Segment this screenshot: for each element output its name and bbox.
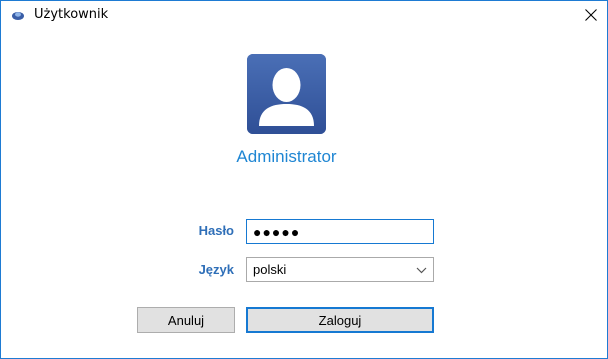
- user-name: Administrator: [236, 147, 337, 166]
- title-bar[interactable]: Użytkownik: [1, 1, 607, 29]
- language-label: Język: [198, 262, 234, 277]
- password-input[interactable]: ●●●●●: [246, 219, 434, 244]
- close-icon: [585, 9, 597, 21]
- chevron-down-icon: [416, 267, 427, 274]
- close-button[interactable]: [575, 1, 607, 29]
- language-select[interactable]: polski: [246, 257, 434, 282]
- login-dialog: Użytkownik Administrator Hasło ●●●●● Jęz…: [0, 0, 608, 359]
- password-label: Hasło: [198, 223, 234, 238]
- user-app-icon: [12, 12, 24, 20]
- window-title: Użytkownik: [34, 7, 109, 22]
- language-value: polski: [253, 262, 287, 277]
- password-value: ●●●●●: [253, 223, 301, 240]
- user-avatar-icon: [247, 54, 326, 134]
- cancel-button[interactable]: Anuluj: [137, 307, 235, 333]
- login-button[interactable]: Zaloguj: [246, 307, 434, 333]
